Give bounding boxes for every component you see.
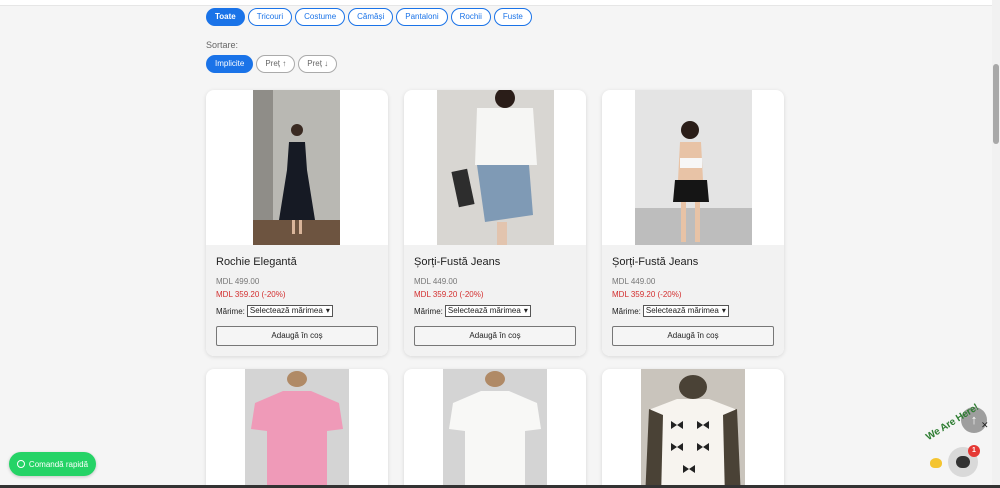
product-sale-price: MDL 359.20 (-20%) [612,290,682,299]
product-image[interactable] [635,90,752,245]
size-row: Mărime: Selectează mărimea ▾ [612,305,729,317]
category-skirts[interactable]: Fuste [493,8,532,26]
product-card [404,369,586,488]
close-icon[interactable]: ✕ [981,420,989,431]
product-card [206,369,388,488]
product-card: Rochie Elegantă MDL 499.00 MDL 359.20 (-… [206,90,388,356]
product-card [602,369,784,488]
size-label: Mărime: [612,306,641,316]
size-select[interactable]: Selectează mărimea ▾ [444,305,531,317]
category-dresses[interactable]: Rochii [450,8,491,26]
product-info: Șorți-Fustă Jeans MDL 449.00 MDL 359.20 … [602,245,784,356]
category-filter-bar: Toate Tricouri Costume Cămăși Pantaloni … [206,8,532,26]
size-label: Mărime: [414,306,443,316]
sort-options: Implicite Preț ↑ Preț ↓ [206,55,338,73]
product-old-price: MDL 449.00 [612,277,656,286]
chevron-down-icon: ▾ [523,306,528,315]
product-old-price: MDL 449.00 [414,277,458,286]
product-info: Rochie Elegantă MDL 499.00 MDL 359.20 (-… [206,245,388,356]
category-all[interactable]: Toate [206,8,245,26]
size-select[interactable]: Selectează mărimea ▾ [642,305,729,317]
chat-widget-button[interactable]: 1 [948,445,980,477]
sort-price-asc[interactable]: Preț ↑ [256,55,296,73]
size-label: Mărime: [216,306,245,316]
scrollbar-thumb[interactable] [993,64,999,144]
chevron-down-icon: ▾ [325,306,330,315]
sort-price-desc[interactable]: Preț ↓ [298,55,338,73]
product-old-price: MDL 499.00 [216,277,260,286]
size-row: Mărime: Selectează mărimea ▾ [216,305,333,317]
add-to-cart-button[interactable]: Adaugă în coș [216,326,378,346]
category-shirts[interactable]: Cămăși [348,8,394,26]
product-name: Șorți-Fustă Jeans [414,256,501,268]
add-to-cart-button[interactable]: Adaugă în coș [414,326,576,346]
whatsapp-icon [16,460,25,468]
waving-hand-icon [930,458,942,468]
product-image[interactable] [443,369,547,488]
chat-bubble-icon [956,456,970,468]
product-sale-price: MDL 359.20 (-20%) [414,290,484,299]
browser-top-strip [0,0,1000,6]
add-to-cart-button[interactable]: Adaugă în coș [612,326,774,346]
page-scrollbar[interactable] [992,0,1000,488]
quick-order-label: Comandă rapidă [28,459,89,469]
category-pants[interactable]: Pantaloni [396,8,448,26]
product-name: Rochie Elegantă [216,256,297,268]
product-name: Șorți-Fustă Jeans [612,256,699,268]
sort-label: Sortare: [206,40,239,50]
product-image[interactable] [437,90,554,245]
chat-unread-badge: 1 [968,445,980,457]
size-select[interactable]: Selectează mărimea ▾ [246,305,333,317]
product-image[interactable] [253,90,340,245]
sort-default[interactable]: Implicite [206,55,254,73]
quick-order-button[interactable]: Comandă rapidă [9,452,96,476]
product-card: Șorți-Fustă Jeans MDL 449.00 MDL 359.20 … [602,90,784,356]
product-info: Șorți-Fustă Jeans MDL 449.00 MDL 359.20 … [404,245,586,356]
product-card: Șorți-Fustă Jeans MDL 449.00 MDL 359.20 … [404,90,586,356]
category-suits[interactable]: Costume [295,8,346,26]
category-tshirts[interactable]: Tricouri [247,8,293,26]
product-image[interactable] [245,369,349,488]
product-sale-price: MDL 359.20 (-20%) [216,290,286,299]
chevron-down-icon: ▾ [721,306,726,315]
size-row: Mărime: Selectează mărimea ▾ [414,305,531,317]
product-image[interactable] [641,369,745,488]
